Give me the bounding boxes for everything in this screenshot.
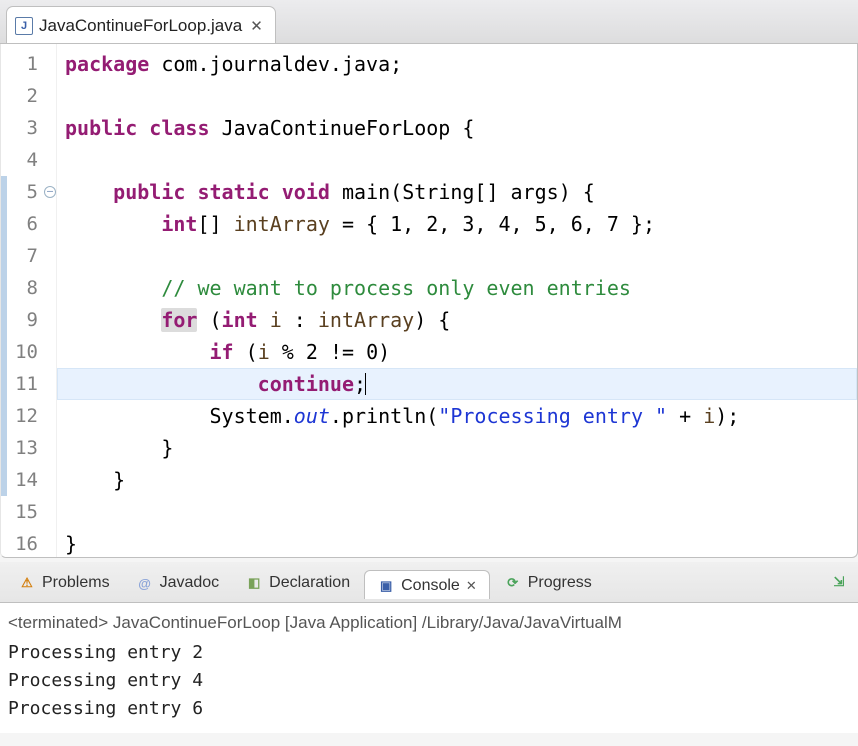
code-line[interactable] bbox=[57, 240, 857, 272]
problems-icon: ⚠ bbox=[18, 574, 36, 592]
code-line[interactable]: } bbox=[57, 464, 857, 496]
fold-toggle-icon[interactable]: – bbox=[44, 186, 56, 198]
view-tabs-row: ⚠ Problems @ Javadoc ◧ Declaration ▣ Con… bbox=[0, 562, 858, 603]
line-number: 1 bbox=[1, 48, 56, 80]
code-line[interactable]: public static void main(String[] args) { bbox=[57, 176, 857, 208]
editor-tab-active[interactable]: JavaContinueForLoop.java ✕ bbox=[6, 6, 276, 43]
line-number: 11 bbox=[1, 368, 56, 400]
tab-console[interactable]: ▣ Console ✕ bbox=[364, 570, 490, 599]
tab-label: Problems bbox=[42, 574, 110, 592]
console-icon: ▣ bbox=[377, 577, 395, 595]
line-number: 13 bbox=[1, 432, 56, 464]
line-number: 6 bbox=[1, 208, 56, 240]
code-line[interactable]: if (i % 2 != 0) bbox=[57, 336, 857, 368]
declaration-icon: ◧ bbox=[245, 574, 263, 592]
code-editor[interactable]: 12345–678910111213141516 package com.jou… bbox=[0, 44, 858, 558]
tab-label: Javadoc bbox=[160, 574, 220, 592]
line-number: 4 bbox=[1, 144, 56, 176]
line-number: 3 bbox=[1, 112, 56, 144]
code-area[interactable]: package com.journaldev.java; public class… bbox=[57, 44, 857, 557]
code-line[interactable]: package com.journaldev.java; bbox=[57, 48, 857, 80]
code-line[interactable]: for (int i : intArray) { bbox=[57, 304, 857, 336]
console-body[interactable]: <terminated> JavaContinueForLoop [Java A… bbox=[0, 603, 858, 733]
progress-icon: ⟳ bbox=[504, 574, 522, 592]
code-line[interactable]: continue; bbox=[57, 368, 857, 400]
code-line[interactable] bbox=[57, 80, 857, 112]
line-number: 5– bbox=[1, 176, 56, 208]
console-line: Processing entry 6 bbox=[8, 695, 850, 723]
tab-javadoc[interactable]: @ Javadoc bbox=[124, 568, 232, 596]
line-number: 10 bbox=[1, 336, 56, 368]
line-number: 16 bbox=[1, 528, 56, 558]
tab-label: Declaration bbox=[269, 574, 350, 592]
tab-problems[interactable]: ⚠ Problems bbox=[6, 568, 122, 596]
bottom-panel: ⚠ Problems @ Javadoc ◧ Declaration ▣ Con… bbox=[0, 562, 858, 733]
console-status: <terminated> JavaContinueForLoop [Java A… bbox=[8, 609, 850, 639]
code-line[interactable]: } bbox=[57, 528, 857, 558]
close-icon[interactable]: ✕ bbox=[248, 17, 265, 35]
console-line: Processing entry 4 bbox=[8, 667, 850, 695]
editor-tabs-row: JavaContinueForLoop.java ✕ bbox=[0, 0, 858, 44]
line-number: 15 bbox=[1, 496, 56, 528]
line-number: 14 bbox=[1, 464, 56, 496]
tab-label: Console bbox=[401, 577, 460, 595]
line-number: 7 bbox=[1, 240, 56, 272]
text-caret bbox=[365, 373, 366, 395]
line-number: 8 bbox=[1, 272, 56, 304]
line-number-gutter: 12345–678910111213141516 bbox=[1, 44, 57, 557]
editor-tab-filename: JavaContinueForLoop.java bbox=[39, 16, 242, 36]
line-number: 9 bbox=[1, 304, 56, 336]
code-line[interactable] bbox=[57, 496, 857, 528]
code-line[interactable] bbox=[57, 144, 857, 176]
console-output: Processing entry 2Processing entry 4Proc… bbox=[8, 639, 850, 723]
line-number: 2 bbox=[1, 80, 56, 112]
code-line[interactable]: } bbox=[57, 432, 857, 464]
close-icon[interactable]: ✕ bbox=[466, 578, 477, 594]
pin-icon[interactable]: ⇲ bbox=[830, 573, 848, 591]
code-line[interactable]: public class JavaContinueForLoop { bbox=[57, 112, 857, 144]
code-line[interactable]: System.out.println("Processing entry " +… bbox=[57, 400, 857, 432]
tab-label: Progress bbox=[528, 574, 592, 592]
code-line[interactable]: // we want to process only even entries bbox=[57, 272, 857, 304]
line-number: 12 bbox=[1, 400, 56, 432]
tab-progress[interactable]: ⟳ Progress bbox=[492, 568, 604, 596]
code-line[interactable]: int[] intArray = { 1, 2, 3, 4, 5, 6, 7 }… bbox=[57, 208, 857, 240]
console-line: Processing entry 2 bbox=[8, 639, 850, 667]
javadoc-icon: @ bbox=[136, 574, 154, 592]
java-file-icon bbox=[15, 17, 33, 35]
tab-declaration[interactable]: ◧ Declaration bbox=[233, 568, 362, 596]
